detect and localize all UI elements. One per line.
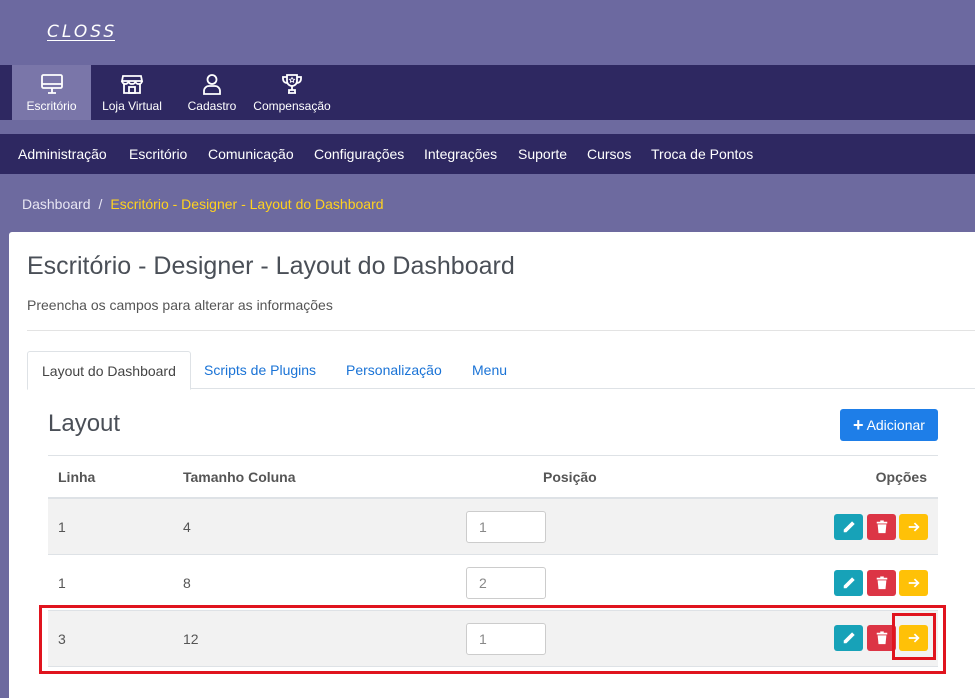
move-button[interactable] [899, 570, 928, 596]
module-escritorio[interactable]: Escritório [12, 65, 91, 120]
page-subtitle: Preencha os campos para alterar as infor… [27, 297, 333, 313]
breadcrumb-separator: / [98, 196, 103, 212]
plus-icon: + [853, 415, 864, 435]
top-header: CLOSS [0, 0, 975, 65]
column-header-linha: Linha [58, 469, 96, 485]
menu-administracao[interactable]: Administração [18, 134, 107, 174]
module-label: Loja Virtual [102, 99, 162, 113]
trash-icon [876, 520, 887, 534]
module-label: Cadastro [187, 99, 237, 113]
arrow-right-icon [908, 578, 920, 588]
table-row: 1 4 [48, 499, 938, 555]
module-compensacao[interactable]: Compensação [250, 65, 334, 120]
tab-personalizacao[interactable]: Personalização [346, 351, 442, 389]
position-input[interactable] [466, 511, 546, 543]
trophy-icon [282, 74, 302, 94]
monitor-icon [40, 74, 63, 94]
delete-button[interactable] [867, 570, 896, 596]
cell-tamanho-coluna: 8 [183, 575, 191, 591]
cell-linha: 1 [58, 519, 66, 535]
pencil-icon [843, 521, 855, 533]
tab-scripts-de-plugins[interactable]: Scripts de Plugins [204, 351, 316, 389]
store-icon [120, 75, 144, 94]
breadcrumb-dashboard[interactable]: Dashboard [22, 196, 91, 212]
menu-integracoes[interactable]: Integrações [424, 134, 497, 174]
arrow-right-icon [908, 633, 920, 643]
breadcrumb: Dashboard / Escritório - Designer - Layout… [22, 196, 384, 212]
menu-cursos[interactable]: Cursos [587, 134, 631, 174]
module-label: Compensação [253, 99, 331, 113]
table-header: Linha Tamanho Coluna Posição Opções [48, 455, 938, 499]
add-button-label: Adicionar [866, 417, 925, 433]
cell-tamanho-coluna: 12 [183, 631, 199, 647]
menu-comunicacao[interactable]: Comunicação [208, 134, 294, 174]
section-title: Layout [48, 410, 121, 437]
column-header-posicao: Posição [543, 469, 597, 485]
pencil-icon [843, 577, 855, 589]
menu-troca-de-pontos[interactable]: Troca de Pontos [651, 134, 753, 174]
trash-icon [876, 631, 887, 645]
edit-button[interactable] [834, 514, 863, 540]
edit-button[interactable] [834, 625, 863, 651]
edit-button[interactable] [834, 570, 863, 596]
header-gap [0, 120, 975, 134]
divider [27, 330, 975, 331]
cell-linha: 1 [58, 575, 66, 591]
menu-escritorio[interactable]: Escritório [129, 134, 187, 174]
module-loja-virtual[interactable]: Loja Virtual [96, 65, 168, 120]
delete-button[interactable] [867, 625, 896, 651]
main-menu: Administração Escritório Comunicação Con… [0, 134, 975, 174]
table-row: 1 8 [48, 555, 938, 611]
arrow-right-icon [908, 522, 920, 532]
module-cadastro[interactable]: Cadastro [178, 65, 246, 120]
brand-logo[interactable]: CLOSS [47, 22, 117, 42]
user-icon [203, 74, 221, 95]
module-bar: Escritório Loja Virtual Cadastro Compens… [0, 65, 975, 120]
cell-linha: 3 [58, 631, 66, 647]
page-title: Escritório - Designer - Layout do Dashbo… [27, 252, 515, 280]
pencil-icon [843, 632, 855, 644]
menu-suporte[interactable]: Suporte [518, 134, 567, 174]
trash-icon [876, 576, 887, 590]
column-header-opcoes: Opções [875, 469, 927, 485]
tab-bar: Layout do Dashboard Scripts de Plugins P… [27, 351, 975, 390]
position-input[interactable] [466, 623, 546, 655]
breadcrumb-current: Escritório - Designer - Layout do Dashbo… [110, 196, 384, 212]
column-header-tamanho-coluna: Tamanho Coluna [183, 469, 296, 485]
table-row: 3 12 [48, 611, 938, 667]
delete-button[interactable] [867, 514, 896, 540]
position-input[interactable] [466, 567, 546, 599]
add-button[interactable]: + Adicionar [840, 409, 938, 441]
tab-menu[interactable]: Menu [472, 351, 507, 389]
move-button[interactable] [899, 514, 928, 540]
module-label: Escritório [26, 99, 77, 113]
menu-configuracoes[interactable]: Configurações [314, 134, 404, 174]
tab-layout-do-dashboard[interactable]: Layout do Dashboard [27, 351, 191, 390]
move-button[interactable] [899, 625, 928, 651]
cell-tamanho-coluna: 4 [183, 519, 191, 535]
